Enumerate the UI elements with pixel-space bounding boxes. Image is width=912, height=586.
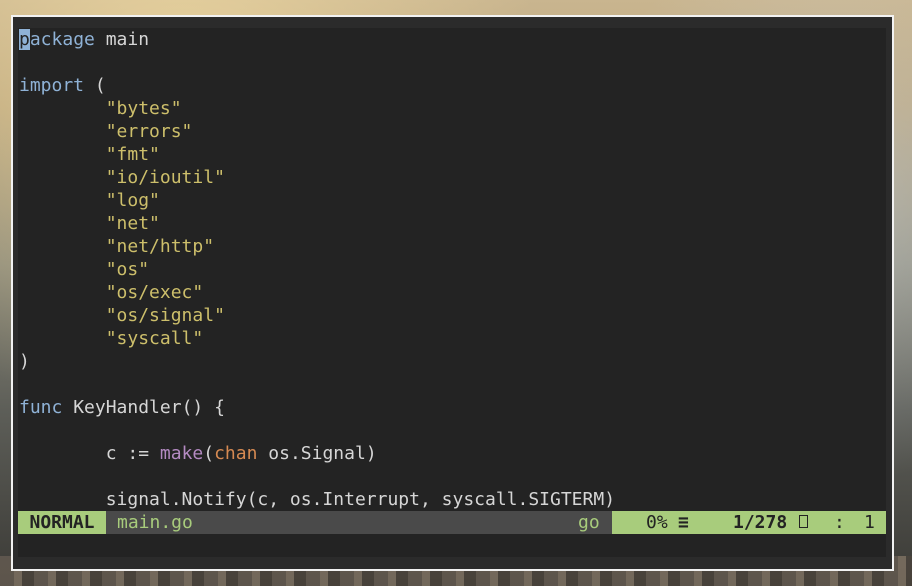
code-token: ackage (29, 29, 95, 50)
file-type: go (578, 512, 600, 533)
code-token: make (159, 443, 204, 464)
code-token: "fmt" (105, 144, 160, 165)
mode-indicator: NORMAL (18, 511, 106, 534)
code-line[interactable]: "net" (18, 212, 886, 235)
code-token: "syscall" (105, 328, 204, 349)
code-line[interactable]: c := make(chan os.Signal) (18, 442, 886, 465)
code-token: "os/signal" (105, 305, 225, 326)
column-separator: : (834, 512, 845, 533)
code-token: ( (84, 75, 106, 96)
code-token: "net/http" (105, 236, 215, 257)
code-token: "os" (105, 259, 150, 280)
terminal-window[interactable]: package main import ( "bytes" "errors" "… (11, 15, 894, 571)
code-line[interactable] (18, 51, 886, 74)
code-token: import (19, 75, 85, 96)
code-token: "errors" (105, 121, 193, 142)
code-token: "io/ioutil" (105, 167, 225, 188)
code-token: func (19, 397, 63, 418)
code-line[interactable]: "net/http" (18, 235, 886, 258)
code-token: "os/exec" (105, 282, 204, 303)
code-token: ( (203, 443, 215, 464)
code-line[interactable]: "log" (18, 189, 886, 212)
code-line[interactable]: import ( (18, 74, 886, 97)
line-info: 1/278 (733, 512, 788, 533)
file-name: main.go (117, 512, 193, 533)
code-token: "net" (105, 213, 160, 234)
code-line[interactable] (18, 465, 886, 488)
code-line[interactable]: "syscall" (18, 327, 886, 350)
code-line[interactable]: "io/ioutil" (18, 166, 886, 189)
code-token: "log" (105, 190, 160, 211)
code-token: c := (19, 443, 160, 464)
code-line[interactable] (18, 419, 886, 442)
code-line[interactable]: "os/signal" (18, 304, 886, 327)
code-line[interactable]: package main (18, 28, 886, 51)
position-segment: 0% ≡ 1/278 : 1 (612, 511, 886, 534)
code-token: signal.Notify(c, os.Interrupt, syscall.S… (19, 489, 616, 510)
column-number: 1 (864, 512, 875, 533)
code-line[interactable]: "bytes" (18, 97, 886, 120)
code-token: ) (19, 351, 30, 372)
code-token: os.Signal) (257, 443, 377, 464)
code-line[interactable] (18, 373, 886, 396)
text-cursor: p (19, 29, 30, 50)
scroll-percent: 0% (646, 512, 668, 533)
command-line[interactable] (18, 534, 886, 557)
line-number-icon (799, 515, 808, 528)
code-line[interactable]: "fmt" (18, 143, 886, 166)
code-line[interactable]: "errors" (18, 120, 886, 143)
code-token: "bytes" (105, 98, 182, 119)
code-line[interactable]: "os" (18, 258, 886, 281)
code-line[interactable]: ) (18, 350, 886, 373)
code-token: KeyHandler() { (62, 397, 225, 418)
code-line[interactable]: "os/exec" (18, 281, 886, 304)
code-line[interactable]: func KeyHandler() { (18, 396, 886, 419)
status-line: NORMAL main.go go 0% ≡ 1/278 : 1 (18, 511, 886, 534)
code-line[interactable]: signal.Notify(c, os.Interrupt, syscall.S… (18, 488, 886, 511)
menu-icon: ≡ (678, 512, 689, 533)
code-editor-buffer[interactable]: package main import ( "bytes" "errors" "… (18, 28, 886, 511)
code-token: main (94, 29, 150, 50)
code-token: chan (214, 443, 258, 464)
